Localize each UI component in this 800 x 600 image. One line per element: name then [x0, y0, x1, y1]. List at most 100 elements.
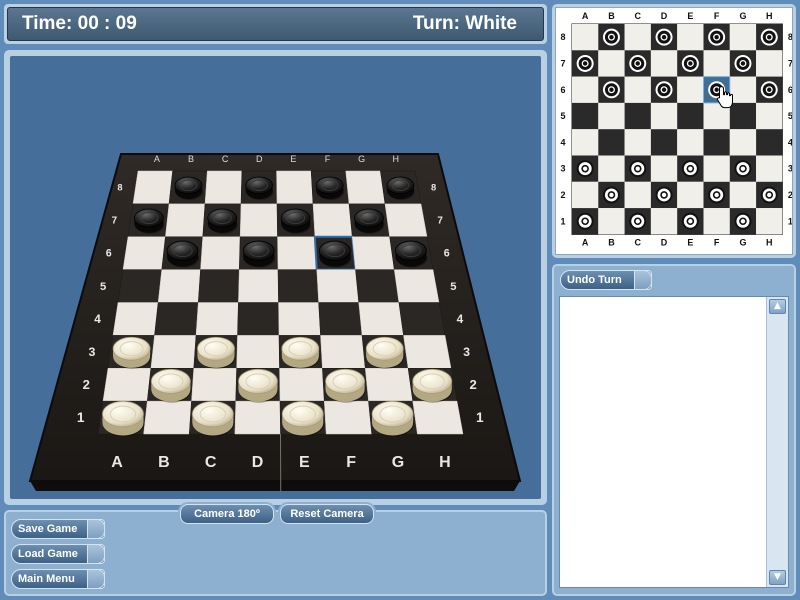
square-B4[interactable]: [154, 302, 199, 336]
square-E8[interactable]: [276, 170, 314, 205]
square-A6[interactable]: [122, 236, 166, 270]
mini-square-G8[interactable]: [729, 24, 757, 51]
square-B7[interactable]: [165, 203, 206, 237]
white-piece-B2[interactable]: [150, 368, 192, 403]
mini-square-B1[interactable]: [598, 208, 625, 235]
mini-white-piece-F2[interactable]: [708, 186, 726, 204]
black-piece-E7[interactable]: [280, 208, 312, 234]
square-B3[interactable]: [150, 335, 197, 369]
mini-square-A8[interactable]: [572, 24, 599, 51]
square-G6[interactable]: [351, 236, 395, 270]
square-D4[interactable]: [237, 302, 280, 336]
square-H1[interactable]: [412, 400, 464, 435]
white-piece-E1[interactable]: [281, 400, 325, 437]
square-C2[interactable]: [191, 368, 237, 402]
white-piece-G3[interactable]: [365, 336, 405, 369]
minimap-board[interactable]: A A B B C C D D E E F F G G H H 1 1 2 2 3 3 4 4 5 5 6 6 7 7 8 8: [555, 7, 793, 255]
square-A5[interactable]: [117, 269, 163, 303]
mini-square-C4[interactable]: [624, 129, 651, 156]
mini-square-A5[interactable]: [572, 102, 599, 130]
mini-square-H3[interactable]: [756, 155, 783, 182]
mini-square-G5[interactable]: [729, 102, 757, 130]
mini-black-piece-A7[interactable]: [576, 54, 594, 72]
black-piece-F8[interactable]: [315, 176, 345, 200]
square-D1[interactable]: [234, 400, 281, 435]
mini-white-piece-E1[interactable]: [681, 212, 699, 230]
mini-white-piece-G1[interactable]: [734, 212, 752, 230]
white-piece-F2[interactable]: [325, 368, 366, 403]
mini-square-D1[interactable]: [650, 208, 678, 235]
square-F4[interactable]: [318, 302, 363, 336]
square-G8[interactable]: [345, 170, 386, 205]
mini-square-H5[interactable]: [756, 102, 783, 130]
mini-white-piece-D2[interactable]: [655, 186, 673, 204]
square-A8[interactable]: [132, 170, 173, 205]
square-C6[interactable]: [200, 236, 241, 270]
square-H7[interactable]: [384, 203, 428, 237]
mini-square-F1[interactable]: [703, 208, 730, 235]
mini-square-B4[interactable]: [598, 129, 625, 156]
mini-square-D4[interactable]: [650, 129, 678, 156]
square-B5[interactable]: [157, 269, 201, 303]
square-A4[interactable]: [112, 302, 159, 336]
white-piece-A1[interactable]: [102, 400, 145, 437]
arrow-down-icon[interactable]: ▼: [769, 570, 786, 585]
square-B1[interactable]: [143, 400, 192, 435]
square-C8[interactable]: [204, 170, 243, 205]
square-D5[interactable]: [238, 269, 279, 303]
mini-square-B3[interactable]: [598, 155, 625, 182]
mini-white-piece-B2[interactable]: [602, 186, 620, 204]
reset-camera-button[interactable]: Reset Camera: [280, 504, 374, 524]
arrow-up-icon[interactable]: ▲: [769, 299, 786, 314]
mini-square-F7[interactable]: [703, 50, 730, 77]
mini-white-piece-G3[interactable]: [734, 160, 752, 178]
white-piece-H2[interactable]: [412, 368, 453, 403]
save-game-button[interactable]: Save Game: [11, 519, 105, 539]
square-E4[interactable]: [278, 302, 321, 336]
mini-white-piece-C1[interactable]: [629, 212, 647, 230]
mini-square-E2[interactable]: [677, 181, 704, 209]
white-piece-G1[interactable]: [371, 400, 415, 437]
move-log-scrollbar[interactable]: ▲ ▼: [766, 297, 788, 587]
main-menu-button[interactable]: Main Menu: [11, 569, 105, 589]
mini-square-A6[interactable]: [572, 76, 599, 103]
mini-black-piece-F8[interactable]: [708, 28, 726, 46]
mini-square-D3[interactable]: [650, 155, 678, 182]
square-E2[interactable]: [279, 368, 325, 402]
white-piece-C3[interactable]: [197, 336, 236, 369]
mini-square-A2[interactable]: [572, 181, 599, 209]
mini-white-piece-A1[interactable]: [576, 212, 594, 230]
black-piece-B8[interactable]: [174, 176, 203, 200]
camera-180-button[interactable]: Camera 180º: [180, 504, 274, 524]
square-F3[interactable]: [320, 335, 366, 369]
black-piece-H6[interactable]: [395, 240, 428, 268]
square-D7[interactable]: [239, 203, 278, 237]
mini-square-A4[interactable]: [572, 129, 599, 156]
square-G2[interactable]: [364, 368, 414, 402]
move-log-list[interactable]: ▲ ▼: [559, 296, 789, 588]
mini-black-piece-H6[interactable]: [760, 81, 778, 99]
mini-square-H1[interactable]: [756, 208, 783, 235]
mini-square-G6[interactable]: [729, 76, 757, 103]
square-G4[interactable]: [358, 302, 404, 336]
board-viewport[interactable]: A A B B C C D D E E F F G G H H 1 1 2 2 3 3 4 4 5 5 6 6 7 7 8 8: [10, 56, 541, 499]
black-piece-C7[interactable]: [207, 208, 238, 234]
mini-square-E4[interactable]: [677, 129, 704, 156]
mini-square-H7[interactable]: [756, 50, 783, 77]
load-game-button[interactable]: Load Game: [11, 544, 105, 564]
square-D3[interactable]: [236, 335, 280, 369]
square-C4[interactable]: [195, 302, 239, 336]
mini-black-piece-D6[interactable]: [655, 81, 673, 99]
square-A2[interactable]: [102, 368, 152, 402]
white-piece-D2[interactable]: [238, 368, 279, 403]
square-E5[interactable]: [277, 269, 319, 303]
board-3d[interactable]: A A B B C C D D E E F F G G H H 1 1 2 2 3 3 4 4 5 5 6 6 7 7 8 8: [10, 56, 541, 499]
mini-square-C5[interactable]: [624, 102, 651, 130]
square-H4[interactable]: [398, 302, 446, 336]
black-piece-D6[interactable]: [242, 240, 276, 268]
undo-turn-button[interactable]: Undo Turn: [560, 270, 652, 290]
mini-square-G4[interactable]: [729, 129, 757, 156]
mini-square-E8[interactable]: [677, 24, 704, 51]
mini-black-piece-B8[interactable]: [602, 28, 620, 46]
square-C5[interactable]: [197, 269, 240, 303]
